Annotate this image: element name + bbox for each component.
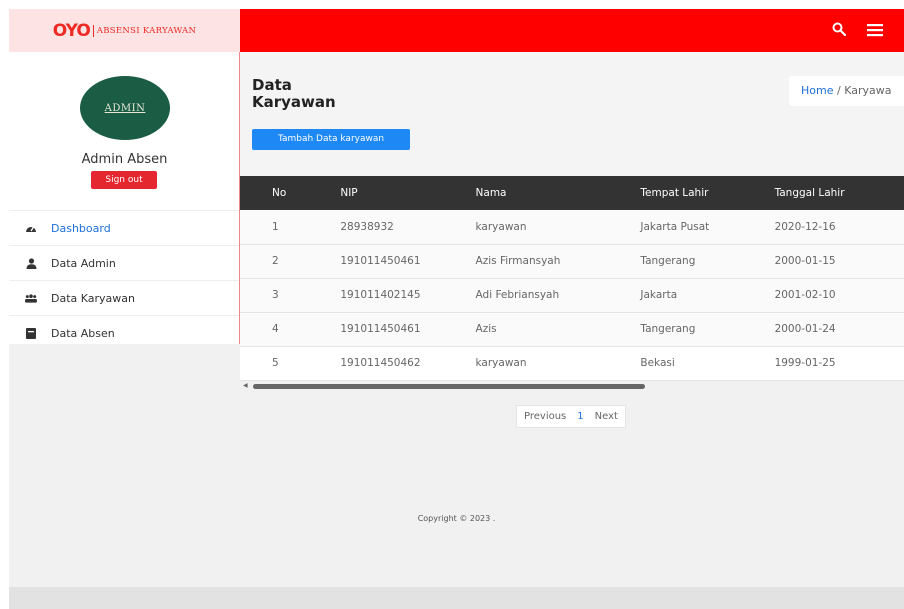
cell-nama: Azis: [475, 323, 497, 335]
cell-nama: karyawan: [475, 357, 527, 369]
cell-tanggal-lahir: 2001-02-10: [774, 289, 836, 301]
sidebar-item-label: Data Karyawan: [51, 291, 136, 305]
cell-tempat-lahir: Tangerang: [640, 255, 696, 267]
breadcrumb-current: Karyawa: [844, 84, 892, 97]
sidebar-item-data-karyawan[interactable]: Data Karyawan: [9, 280, 239, 315]
page-title-line2: Karyawan: [252, 93, 336, 111]
table-row: 1 28938932 karyawan Jakarta Pusat 2020-1…: [240, 210, 904, 244]
table-row: 5 191011450462 karyawan Bekasi 1999-01-2…: [240, 346, 904, 380]
logo-subtitle: ABSENSI KARYAWAN: [96, 25, 197, 36]
cell-nama: karyawan: [475, 220, 527, 233]
top-navbar: [240, 9, 904, 52]
cell-tempat-lahir: Tangerang: [640, 323, 696, 335]
logo-text: OYO: [52, 20, 91, 41]
sidebar-item-data-admin[interactable]: Data Admin: [9, 245, 239, 280]
cell-tempat-lahir: Jakarta Pusat: [640, 220, 710, 233]
column-header-tanggal-lahir[interactable]: Tanggal Lahir: [775, 176, 904, 210]
pagination-previous-button[interactable]: Previous: [517, 406, 573, 427]
pagination-page-1[interactable]: 1: [573, 406, 587, 427]
cell-tanggal-lahir: 2000-01-15: [774, 255, 836, 267]
footer-bar: [9, 587, 904, 609]
sidebar-item-label: Data Absen: [51, 326, 115, 340]
cell-nip: 191011450462: [340, 357, 421, 369]
cell-tempat-lahir: Jakarta: [640, 289, 678, 301]
sign-out-button[interactable]: Sign out: [91, 171, 157, 189]
table-row: 3 191011402145 Adi Febriansyah Jakarta 2…: [240, 278, 904, 312]
cell-tanggal-lahir: 2000-01-24: [774, 323, 836, 335]
sidebar: ADMIN Admin Absen Sign out Dashboard Dat…: [9, 52, 240, 344]
cell-nip: 28938932: [340, 220, 394, 233]
page-title-line1: Data: [252, 76, 292, 94]
book-icon: [25, 327, 37, 339]
pagination: Previous 1 Next: [516, 405, 626, 428]
hamburger-menu-icon[interactable]: [867, 23, 883, 37]
avatar-label: ADMIN: [104, 102, 146, 114]
user-icon: [25, 257, 37, 269]
cell-no: 3: [272, 289, 279, 301]
cell-no: 5: [272, 357, 279, 369]
table-row: 2 191011450461 Azis Firmansyah Tangerang…: [240, 244, 904, 278]
cell-nip: 191011402145: [340, 289, 421, 301]
sidebar-item-label: Dashboard: [51, 221, 111, 235]
karyawan-table: No NIP Nama Tempat Lahir Tanggal Lahir 1…: [240, 176, 904, 381]
breadcrumb-home-link[interactable]: Home: [801, 84, 833, 97]
karyawan-table-container: No NIP Nama Tempat Lahir Tanggal Lahir 1…: [240, 176, 904, 381]
copyright-text: Copyright © 2023 .: [417, 514, 496, 523]
column-header-no[interactable]: No: [240, 176, 340, 210]
scroll-left-arrow-icon[interactable]: ◀: [243, 382, 248, 389]
cell-nip: 191011450461: [340, 323, 421, 335]
breadcrumb: Home / Karyawa: [789, 76, 904, 106]
brand-logo[interactable]: OYO ABSENSI KARYAWAN: [9, 9, 240, 52]
dashboard-icon: [25, 222, 37, 234]
sidebar-item-dashboard[interactable]: Dashboard: [9, 210, 239, 245]
column-header-nip[interactable]: NIP: [340, 176, 475, 210]
search-icon[interactable]: [832, 22, 846, 36]
cell-no: 1: [272, 220, 279, 233]
cell-tanggal-lahir: 1999-01-25: [774, 357, 836, 369]
page-title: Data Karyawan: [252, 77, 372, 111]
sidebar-item-data-absen[interactable]: Data Absen: [9, 315, 239, 350]
add-karyawan-button[interactable]: Tambah Data karyawan: [252, 129, 410, 150]
cell-tempat-lahir: Bekasi: [640, 357, 675, 369]
cell-no: 4: [272, 323, 279, 335]
cell-no: 2: [272, 255, 279, 267]
cell-nip: 191011450461: [340, 255, 421, 267]
sidebar-nav: Dashboard Data Admin Data Karyawan Data …: [9, 210, 239, 350]
avatar: ADMIN: [80, 76, 170, 140]
user-name: Admin Absen: [81, 152, 168, 167]
scrollbar-thumb[interactable]: [253, 384, 645, 389]
cell-nama: Adi Febriansyah: [475, 289, 560, 301]
app-frame: OYO ABSENSI KARYAWAN ADMIN Admin Absen S…: [9, 9, 904, 609]
cell-tanggal-lahir: 2020-12-16: [774, 220, 836, 233]
sidebar-item-label: Data Admin: [51, 256, 116, 270]
cell-nama: Azis Firmansyah: [475, 255, 561, 267]
logo-divider: [92, 24, 94, 37]
pagination-next-button[interactable]: Next: [588, 406, 625, 427]
horizontal-scrollbar[interactable]: ◀: [240, 381, 904, 391]
table-row: 4 191011450461 Azis Tangerang 2000-01-24: [240, 312, 904, 346]
table-header-row: No NIP Nama Tempat Lahir Tanggal Lahir: [240, 176, 904, 210]
breadcrumb-separator: /: [836, 84, 841, 97]
column-header-tempat-lahir[interactable]: Tempat Lahir: [640, 176, 774, 210]
column-header-nama[interactable]: Nama: [476, 176, 641, 210]
users-icon: [25, 292, 37, 304]
